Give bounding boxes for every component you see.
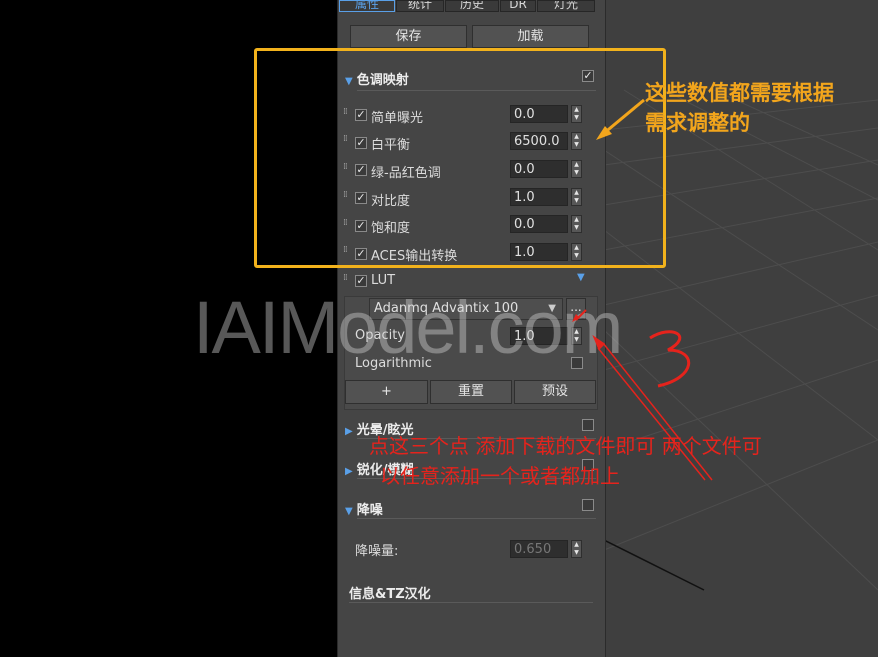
red-scribble-3-icon [649, 330, 690, 388]
red-annotation-line1: 点这三个点 添加下载的文件即可 两个文件可 [369, 434, 762, 458]
red-annotation-line2: 以任意添加一个或者都加上 [380, 464, 620, 488]
red-small-arrow-icon [572, 309, 587, 322]
orange-annotation-line2: 需求调整的 [645, 111, 750, 135]
orange-annotation-line1: 这些数值都需要根据 [645, 81, 834, 105]
orange-arrow-icon [596, 98, 645, 140]
